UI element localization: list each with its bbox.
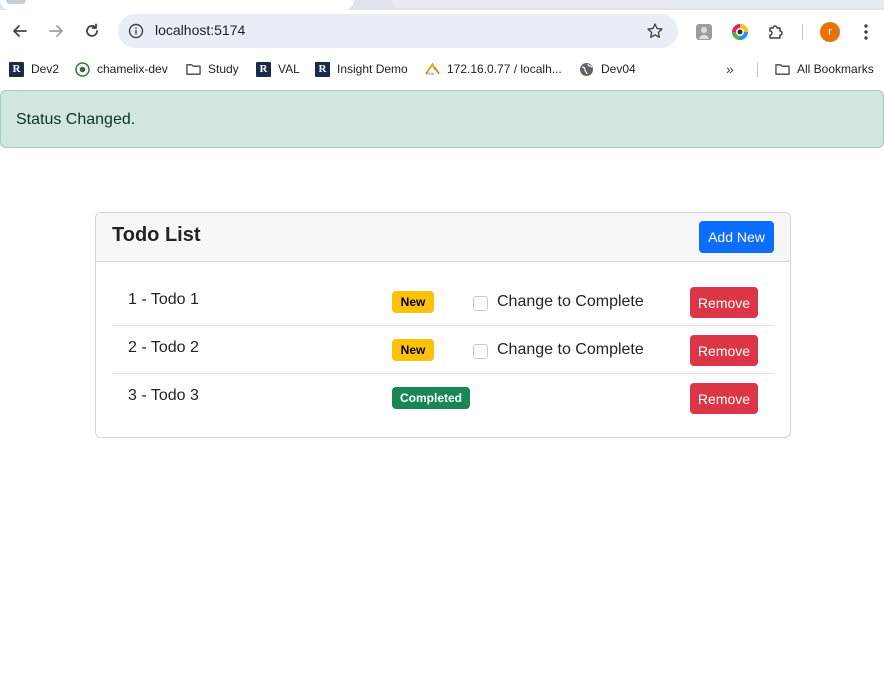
page-title: Todo List [112, 224, 201, 246]
bookmarks-divider [757, 63, 758, 77]
complete-checkbox-label[interactable]: Change to Complete [497, 293, 644, 311]
todo-label: 2 - Todo 2 [128, 339, 199, 356]
browser-toolbar: localhost:5174 r [0, 10, 884, 56]
status-badge: New [392, 291, 434, 313]
folder-icon [186, 62, 201, 77]
active-tab[interactable] [0, 0, 354, 10]
bookmark-insight-demo[interactable]: R Insight Demo [315, 60, 408, 78]
bookmark-val[interactable]: R VAL [256, 60, 300, 78]
todo-card: Todo List Add New 1 - Todo 1 New Change … [95, 212, 791, 438]
svg-text:PMA: PMA [426, 72, 435, 76]
bookmark-study[interactable]: Study [186, 60, 239, 78]
forward-icon[interactable] [45, 20, 67, 42]
bookmark-label: Dev2 [31, 62, 60, 76]
ri-logo-icon: R [256, 61, 271, 77]
extensions-puzzle-icon[interactable] [766, 22, 786, 42]
remove-button[interactable]: Remove [690, 287, 758, 318]
bookmark-label: Dev04 [601, 62, 636, 76]
complete-checkbox-label[interactable]: Change to Complete [497, 341, 644, 359]
all-bookmarks[interactable]: All Bookmarks [775, 60, 874, 78]
tab-strip [0, 0, 884, 10]
more-bookmarks-chevron-icon[interactable]: » [726, 61, 734, 77]
tab-favicon-icon [6, 0, 26, 4]
status-badge: Completed [392, 387, 470, 409]
bookmark-star-icon[interactable] [646, 22, 664, 40]
bookmark-label: Insight Demo [337, 62, 408, 76]
chamelix-icon [75, 61, 90, 77]
bookmark-phpmyadmin[interactable]: PMA 172.16.0.77 / localh... [425, 60, 562, 78]
todo-label: 1 - Todo 1 [128, 291, 199, 308]
list-item: 1 - Todo 1 New Change to Complete Remove [112, 278, 774, 326]
add-new-button[interactable]: Add New [699, 221, 774, 253]
remove-button[interactable]: Remove [690, 335, 758, 366]
bookmarks-bar: R Dev2 chamelix-dev Study R VAL R Insigh… [0, 56, 884, 82]
bookmark-label: VAL [278, 62, 300, 76]
reload-icon[interactable] [81, 20, 103, 42]
status-alert: Status Changed. [0, 90, 884, 148]
address-bar[interactable]: localhost:5174 [118, 14, 678, 48]
bookmark-label: Study [208, 62, 239, 76]
bookmark-dev04[interactable]: Dev04 [579, 60, 636, 78]
bookmark-dev2[interactable]: R Dev2 [9, 60, 59, 78]
profile-avatar[interactable]: r [820, 22, 840, 42]
status-badge: New [392, 339, 434, 361]
menu-kebab-icon[interactable] [856, 22, 876, 42]
complete-checkbox[interactable] [473, 344, 488, 359]
bookmark-label: chamelix-dev [97, 62, 168, 76]
phpmyadmin-icon: PMA [425, 62, 440, 77]
alert-message: Status Changed. [16, 111, 136, 128]
list-item: 3 - Todo 3 Completed Remove [112, 374, 774, 422]
bookmark-chamelix-dev[interactable]: chamelix-dev [75, 60, 168, 78]
ri-logo-icon: R [9, 61, 24, 77]
todo-label: 3 - Todo 3 [128, 387, 199, 404]
toolbar-divider [802, 24, 803, 40]
url-text: localhost:5174 [155, 22, 246, 38]
globe-icon [579, 62, 594, 77]
color-extension-icon[interactable] [730, 22, 750, 42]
back-icon[interactable] [9, 20, 31, 42]
inactive-tab[interactable] [392, 0, 884, 8]
card-header: Todo List Add New [96, 213, 790, 262]
all-bookmarks-label: All Bookmarks [797, 62, 874, 76]
folder-icon [775, 62, 790, 77]
ri-logo-icon: R [315, 61, 330, 77]
remove-button[interactable]: Remove [690, 383, 758, 414]
list-item: 2 - Todo 2 New Change to Complete Remove [112, 326, 774, 374]
site-info-icon[interactable] [128, 23, 144, 39]
extension-avatar-icon[interactable] [694, 22, 714, 42]
complete-checkbox[interactable] [473, 296, 488, 311]
bookmark-label: 172.16.0.77 / localh... [447, 62, 562, 76]
